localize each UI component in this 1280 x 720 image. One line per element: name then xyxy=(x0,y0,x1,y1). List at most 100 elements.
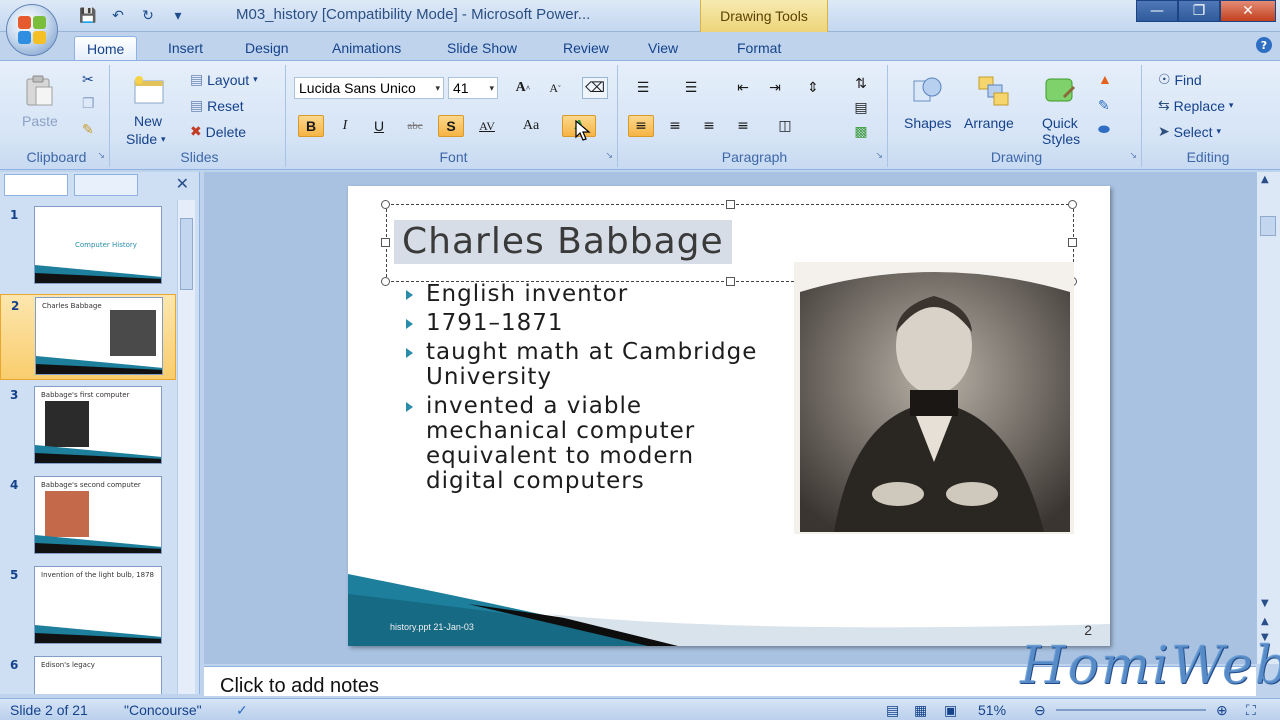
scroll-down-icon[interactable]: ▼ xyxy=(1261,598,1269,609)
office-button[interactable] xyxy=(6,4,58,56)
numbering-icon[interactable]: ☰ xyxy=(678,77,704,99)
resize-handle[interactable] xyxy=(381,200,390,209)
bold-button[interactable]: B xyxy=(298,115,324,137)
notes-placeholder[interactable]: Click to add notes xyxy=(220,675,379,698)
shapes-button[interactable]: Shapes xyxy=(904,115,951,131)
align-text-icon[interactable]: ▤ xyxy=(848,97,874,119)
paste-icon[interactable] xyxy=(22,73,56,107)
arrange-icon[interactable] xyxy=(976,73,1010,107)
align-left-icon[interactable]: ≡ xyxy=(628,115,654,137)
resize-handle[interactable] xyxy=(381,277,390,286)
drawing-dialog-launcher-icon[interactable]: ↘ xyxy=(1129,151,1137,161)
text-direction-icon[interactable]: ⇅ xyxy=(848,73,874,95)
resize-handle[interactable] xyxy=(1068,238,1077,247)
slide-show-icon[interactable]: ▣ xyxy=(944,702,957,719)
align-right-icon[interactable]: ≡ xyxy=(696,115,722,137)
bullet-list[interactable]: English inventor 1791–1871 taught math a… xyxy=(404,282,764,498)
bullets-icon[interactable]: ☰ xyxy=(630,77,656,99)
previous-slide-icon[interactable]: ▲ xyxy=(1261,616,1269,627)
close-button[interactable]: ✕ xyxy=(1220,0,1276,22)
slides-panel-scrollbar[interactable] xyxy=(177,200,195,694)
clipboard-dialog-launcher-icon[interactable]: ↘ xyxy=(97,151,105,161)
quick-styles-icon[interactable] xyxy=(1042,73,1076,107)
restore-button[interactable]: ❐ xyxy=(1178,0,1220,22)
font-dialog-launcher-icon[interactable]: ↘ xyxy=(605,151,613,161)
slide-thumbnail-2[interactable]: 2 Charles Babbage xyxy=(0,294,176,380)
slide-thumbnail-1[interactable]: 1 Computer History xyxy=(0,204,176,290)
tab-insert[interactable]: Insert xyxy=(156,36,215,60)
zoom-out-icon[interactable]: ⊖ xyxy=(1034,702,1046,719)
new-slide-icon[interactable] xyxy=(132,75,166,109)
italic-button[interactable]: I xyxy=(332,115,358,137)
tab-review[interactable]: Review xyxy=(551,36,621,60)
zoom-slider[interactable] xyxy=(1056,709,1206,711)
close-pane-icon[interactable]: ✕ xyxy=(176,174,189,193)
scroll-up-icon[interactable]: ▲ xyxy=(1261,174,1269,185)
slide-canvas[interactable]: Charles Babbage English inventor 1791–18… xyxy=(348,186,1110,646)
slide-sorter-icon[interactable]: ▦ xyxy=(914,702,927,719)
decrease-indent-icon[interactable]: ⇤ xyxy=(730,77,756,99)
shape-outline-icon[interactable]: ✎ xyxy=(1098,97,1110,114)
quick-styles-label-2[interactable]: Styles xyxy=(1042,131,1080,147)
strikethrough-button[interactable]: abc xyxy=(402,115,428,137)
tab-design[interactable]: Design xyxy=(233,36,301,60)
columns-icon[interactable]: ◫ xyxy=(772,115,798,137)
text-shadow-button[interactable]: S xyxy=(438,115,464,137)
justify-icon[interactable]: ≡ xyxy=(730,115,756,137)
slide-thumbnail-3[interactable]: 3 Babbage's first computer xyxy=(0,384,176,470)
paragraph-dialog-launcher-icon[interactable]: ↘ xyxy=(875,151,883,161)
find-button[interactable]: ☉ Find xyxy=(1158,71,1202,88)
grow-font-button[interactable]: A ^ xyxy=(510,77,536,99)
normal-view-icon[interactable]: ▤ xyxy=(886,702,899,719)
align-center-icon[interactable]: ≡ xyxy=(662,115,688,137)
arrange-button[interactable]: Arrange xyxy=(964,115,1014,131)
change-case-button[interactable]: Aa xyxy=(518,115,544,137)
resize-handle[interactable] xyxy=(381,238,390,247)
resize-handle[interactable] xyxy=(726,200,735,209)
redo-icon[interactable]: ↻ xyxy=(138,6,158,26)
undo-icon[interactable]: ↶ xyxy=(108,6,128,26)
tab-outline[interactable] xyxy=(74,174,138,196)
minimize-button[interactable]: — xyxy=(1136,0,1178,22)
zoom-in-icon[interactable]: ⊕ xyxy=(1216,702,1228,719)
scroll-thumb[interactable] xyxy=(1260,216,1276,236)
slide-thumbnail-6[interactable]: 6 Edison's legacy xyxy=(0,654,176,694)
tab-home[interactable]: Home xyxy=(74,36,138,60)
layout-button[interactable]: ▤ Layout ▾ xyxy=(190,71,258,88)
tab-slide-show[interactable]: Slide Show xyxy=(435,36,529,60)
replace-button[interactable]: ⇆ Replace ▾ xyxy=(1158,97,1233,114)
customize-qat-icon[interactable]: ▾ xyxy=(168,6,188,26)
shape-fill-icon[interactable]: ▲ xyxy=(1098,71,1112,87)
cut-icon[interactable]: ✂ xyxy=(82,71,94,88)
select-button[interactable]: ➤ Select ▾ xyxy=(1158,123,1221,140)
underline-button[interactable]: U xyxy=(366,115,392,137)
delete-button[interactable]: ✖ Delete xyxy=(190,123,246,140)
fit-to-window-icon[interactable]: ⛶ xyxy=(1246,702,1256,719)
tab-slides-thumbnails[interactable] xyxy=(4,174,68,196)
spellcheck-icon[interactable]: ✓ xyxy=(236,702,248,719)
slide-vertical-scrollbar[interactable]: ▲ ▼ ▲ ▼ xyxy=(1256,172,1280,664)
reset-button[interactable]: ▤ Reset xyxy=(190,97,244,114)
shapes-icon[interactable] xyxy=(910,73,944,107)
clear-formatting-icon[interactable]: ⌫ xyxy=(582,77,608,99)
tab-animations[interactable]: Animations xyxy=(320,36,413,60)
increase-indent-icon[interactable]: ⇥ xyxy=(762,77,788,99)
line-spacing-icon[interactable]: ⇕ xyxy=(800,77,826,99)
zoom-level[interactable]: 51% xyxy=(978,702,1006,718)
babbage-portrait-image[interactable] xyxy=(794,262,1074,534)
format-painter-icon[interactable]: ✎ xyxy=(82,121,94,138)
quick-styles-label-1[interactable]: Quick xyxy=(1042,115,1078,131)
resize-handle[interactable] xyxy=(1068,200,1077,209)
new-slide-label-2[interactable]: Slide ▾ xyxy=(126,131,166,147)
scroll-thumb[interactable] xyxy=(180,218,193,290)
shape-effects-icon[interactable]: ⬬ xyxy=(1098,121,1110,138)
copy-icon[interactable]: ❐ xyxy=(82,95,95,112)
font-name-combo[interactable]: Lucida Sans Unico ▾ xyxy=(294,77,444,99)
slide-thumbnail-4[interactable]: 4 Babbage's second computer xyxy=(0,474,176,560)
save-icon[interactable]: 💾 xyxy=(78,6,98,26)
slide-thumbnail-5[interactable]: 5 Invention of the light bulb, 1878 xyxy=(0,564,176,650)
character-spacing-button[interactable]: AV xyxy=(474,115,500,137)
help-icon[interactable]: ? xyxy=(1256,37,1272,53)
tab-format[interactable]: Format xyxy=(725,36,793,60)
smartart-icon[interactable]: ▩ xyxy=(848,121,874,143)
